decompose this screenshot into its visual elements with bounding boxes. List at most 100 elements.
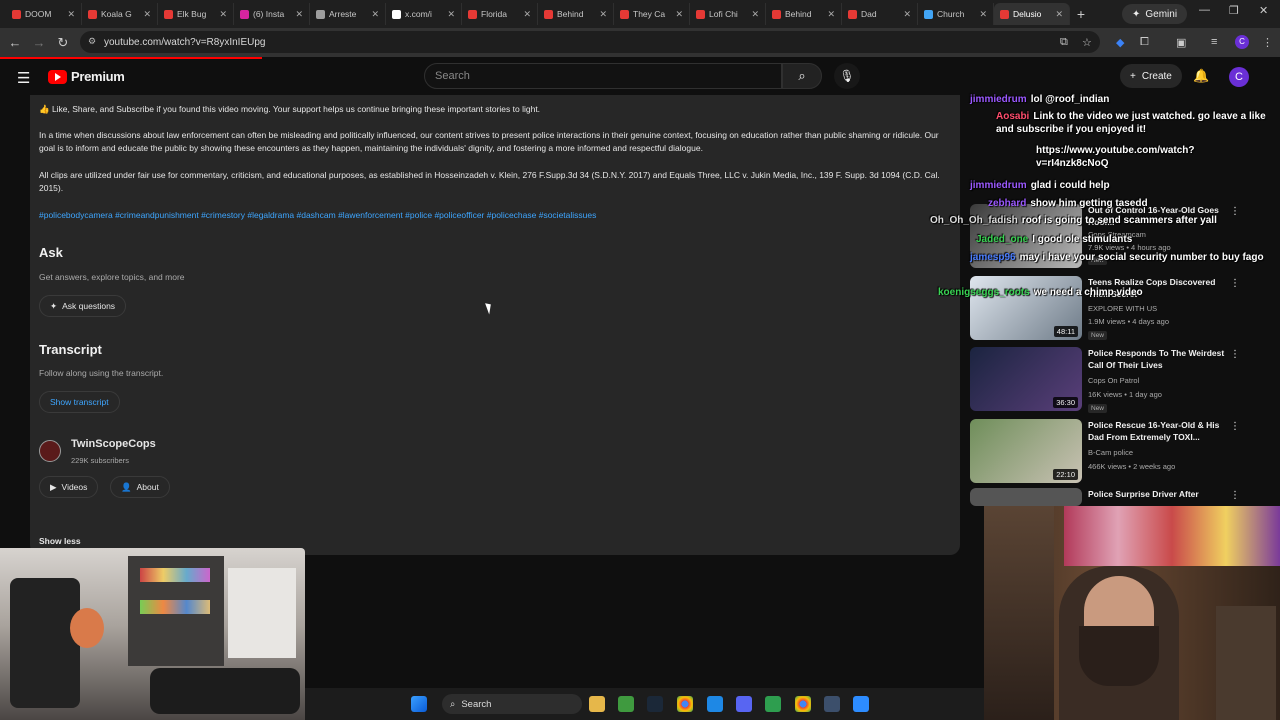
close-tab-icon[interactable]: ✕ — [523, 9, 531, 20]
back-icon[interactable]: ← — [3, 35, 27, 50]
close-tab-icon[interactable]: ✕ — [751, 9, 759, 20]
browser-tab[interactable]: (6) Insta ✕ — [234, 3, 310, 25]
search-input[interactable]: Search — [424, 63, 782, 89]
video-title[interactable]: Police Responds To The Weirdest Call Of … — [1088, 347, 1228, 371]
downloads-icon[interactable]: ≡ — [1211, 36, 1217, 48]
search-placeholder: Search — [435, 70, 470, 82]
forward-icon[interactable]: → — [27, 35, 51, 50]
channel-name[interactable]: TwinScopeCops — [71, 438, 156, 451]
close-tab-icon[interactable]: ✕ — [903, 9, 911, 20]
windows-start-icon[interactable] — [411, 696, 427, 712]
close-window-icon[interactable]: ✕ — [1259, 4, 1268, 17]
browser-tab[interactable]: x.com/i ✕ — [386, 3, 462, 25]
browser-tab[interactable]: Dad ✕ — [842, 3, 918, 25]
video-title[interactable]: Police Rescue 16-Year-Old & His Dad From… — [1088, 419, 1228, 443]
close-tab-icon[interactable]: ✕ — [1055, 9, 1063, 20]
file-explorer-icon[interactable] — [589, 696, 605, 712]
video-thumbnail[interactable]: 36:30 — [970, 347, 1082, 411]
more-options-icon[interactable]: ⋮ — [1230, 490, 1240, 501]
play-box-icon: ▶ — [50, 481, 57, 492]
notifications-bell-icon[interactable]: 🔔 — [1193, 68, 1209, 84]
steam-icon[interactable] — [647, 696, 663, 712]
video-duration: 22:10 — [1053, 469, 1078, 480]
more-options-icon[interactable]: ⋮ — [1230, 421, 1240, 432]
maximize-icon[interactable]: ❐ — [1229, 4, 1239, 17]
minimize-icon[interactable]: — — [1199, 4, 1210, 16]
discord-icon[interactable] — [736, 696, 752, 712]
close-tab-icon[interactable]: ✕ — [219, 9, 227, 20]
recommended-video[interactable]: Police Surprise Driver After ⋮ — [970, 488, 1270, 508]
close-tab-icon[interactable]: ✕ — [979, 9, 987, 20]
video-meta: 16K views • 1 day ago — [1088, 390, 1162, 399]
browser-tab[interactable]: Arreste ✕ — [310, 3, 386, 25]
more-options-icon[interactable]: ⋮ — [1230, 206, 1240, 217]
reload-icon[interactable]: ↻ — [51, 35, 75, 51]
youtube-logo[interactable]: Premium — [48, 69, 125, 84]
chrome-icon[interactable] — [677, 696, 693, 712]
close-tab-icon[interactable]: ✕ — [599, 9, 607, 20]
channel-about-button[interactable]: 👤 About — [110, 476, 170, 498]
recommended-video[interactable]: 22:10 Police Rescue 16-Year-Old & His Da… — [970, 419, 1270, 485]
profile-avatar[interactable]: C — [1235, 35, 1249, 49]
video-channel[interactable]: EXPLORE WITH US — [1088, 304, 1157, 313]
app-icon[interactable] — [853, 696, 869, 712]
show-less-button[interactable]: Show less — [39, 535, 81, 548]
channel-videos-button[interactable]: ▶ Videos — [39, 476, 99, 498]
chat-username: Oh_Oh_Oh_fadish — [930, 215, 1018, 226]
video-channel[interactable]: B-Cam police — [1088, 448, 1133, 457]
tab-favicon-icon — [392, 9, 401, 19]
menu-icon[interactable]: ☰ — [17, 69, 31, 87]
create-button[interactable]: + Create — [1120, 64, 1182, 88]
bookmark-star-icon[interactable]: ☆ — [1082, 36, 1092, 49]
ask-questions-button[interactable]: ✦ Ask questions — [39, 295, 127, 317]
extension-icon[interactable]: ◆ — [1116, 36, 1124, 49]
browser-tab[interactable]: Behind ✕ — [538, 3, 614, 25]
browser-tab[interactable]: Koala G ✕ — [82, 3, 158, 25]
hashtags-links[interactable]: #policebodycamera #crimeandpunishment #c… — [39, 209, 954, 222]
recommended-video[interactable]: 36:30 Police Responds To The Weirdest Ca… — [970, 347, 1270, 413]
video-title[interactable]: Police Surprise Driver After — [1088, 488, 1228, 500]
voice-search-button[interactable]: 🎙 — [834, 63, 860, 89]
close-tab-icon[interactable]: ✕ — [295, 9, 303, 20]
sidepanel-icon[interactable]: ▣ — [1176, 36, 1186, 49]
browser-tab[interactable]: DOOM ✕ — [6, 3, 82, 25]
gemini-button[interactable]: ✦ Gemini — [1122, 4, 1188, 24]
browser-tab[interactable]: Lofi Chi ✕ — [690, 3, 766, 25]
browser-tab[interactable]: Florida ✕ — [462, 3, 538, 25]
close-tab-icon[interactable]: ✕ — [447, 9, 455, 20]
browser-tab[interactable]: They Ca ✕ — [614, 3, 690, 25]
search-button[interactable]: ⌕ — [782, 63, 822, 89]
show-transcript-button[interactable]: Show transcript — [39, 391, 120, 413]
close-tab-icon[interactable]: ✕ — [67, 9, 75, 20]
about-label: About — [136, 481, 159, 492]
url-text: youtube.com/watch?v=R8yxInIEUpg — [104, 36, 266, 48]
more-options-icon[interactable]: ⋮ — [1230, 278, 1240, 289]
browser-tab[interactable]: Elk Bug ✕ — [158, 3, 234, 25]
new-tab-icon[interactable]: + — [1070, 6, 1092, 22]
close-tab-icon[interactable]: ✕ — [675, 9, 683, 20]
youtube-masthead: ☰ Premium Search ⌕ 🎙 + Create 🔔 C — [0, 59, 1280, 95]
browser-tab[interactable]: Church ✕ — [918, 3, 994, 25]
browser-menu-icon[interactable]: ⋮ — [1262, 36, 1273, 49]
browser-tab-active[interactable]: Delusio ✕ — [994, 3, 1070, 25]
account-avatar[interactable]: C — [1229, 67, 1249, 87]
video-channel[interactable]: Cops On Patrol — [1088, 376, 1139, 385]
video-thumbnail[interactable]: 22:10 — [970, 419, 1082, 483]
chrome-active-icon[interactable] — [795, 696, 811, 712]
app-icon[interactable] — [707, 696, 723, 712]
close-tab-icon[interactable]: ✕ — [143, 9, 151, 20]
site-info-icon[interactable]: ⚙ — [88, 36, 96, 47]
steam-app-icon[interactable] — [824, 696, 840, 712]
taskbar-search[interactable]: ⌕ Search — [442, 694, 582, 714]
close-tab-icon[interactable]: ✕ — [827, 9, 835, 20]
url-field[interactable]: ⚙ youtube.com/watch?v=R8yxInIEUpg — [80, 31, 1100, 53]
minecraft-icon[interactable] — [618, 696, 634, 712]
close-tab-icon[interactable]: ✕ — [371, 9, 379, 20]
channel-avatar[interactable] — [39, 440, 61, 462]
spotify-icon[interactable] — [765, 696, 781, 712]
video-thumbnail[interactable] — [970, 488, 1082, 506]
browser-tab[interactable]: Behind ✕ — [766, 3, 842, 25]
more-options-icon[interactable]: ⋮ — [1230, 349, 1240, 360]
extensions-puzzle-icon[interactable]: ⧠ — [1140, 36, 1149, 49]
install-icon[interactable]: ⧉ — [1060, 36, 1068, 49]
